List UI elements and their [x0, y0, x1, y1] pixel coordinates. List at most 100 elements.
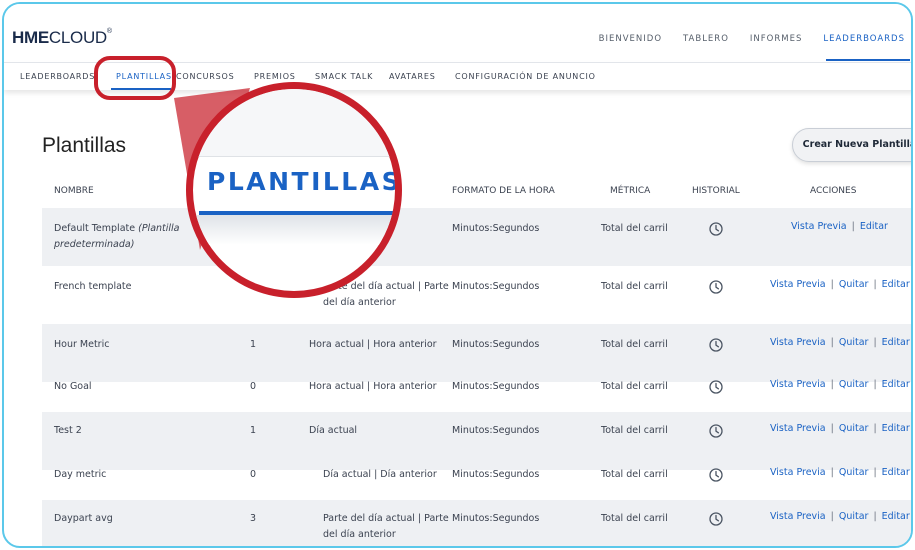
column-header-history: HISTORIAL — [692, 186, 740, 196]
column-header-time-format: FORMATO DE LA HORA — [452, 186, 555, 196]
time-format-value: Minutos:Segundos — [452, 425, 540, 436]
app-window: HMECLOUD® BIENVENIDO TABLERO INFORMES LE… — [2, 2, 913, 548]
preview-link[interactable]: Vista Previa — [770, 379, 826, 390]
remove-link[interactable]: Quitar — [839, 279, 869, 290]
edit-link[interactable]: Editar — [882, 337, 910, 348]
nav-tablero[interactable]: TABLERO — [683, 34, 729, 44]
template-name: Test 2 — [54, 425, 82, 436]
tab-concursos[interactable]: CONCURSOS — [176, 72, 235, 81]
row-actions: Vista Previa | Quitar | Editar — [770, 423, 910, 434]
history-clock-icon[interactable] — [709, 338, 723, 352]
plantillas-highlight-ring — [94, 56, 176, 100]
history-clock-icon[interactable] — [709, 222, 723, 236]
time-format-value: Minutos:Segundos — [452, 339, 540, 350]
metric-value: Total del carril — [601, 425, 668, 436]
metric-value: Total del carril — [601, 339, 668, 350]
nav-leaderboards[interactable]: LEADERBOARDS — [823, 34, 905, 44]
history-clock-icon[interactable] — [709, 424, 723, 438]
template-name: Default Template (Plantilla predeterminad… — [54, 223, 180, 250]
preview-link[interactable]: Vista Previa — [791, 221, 847, 232]
preview-link[interactable]: Vista Previa — [770, 467, 826, 478]
period-value: Hora actual | Hora anterior — [309, 381, 437, 392]
remove-link[interactable]: Quitar — [839, 423, 869, 434]
magnifier-shadow — [193, 215, 395, 245]
template-name: Day metric — [54, 469, 107, 480]
row-actions: Vista Previa | Quitar | Editar — [770, 379, 910, 390]
metric-value: Total del carril — [601, 381, 668, 392]
action-separator: | — [873, 467, 877, 478]
column-header-actions: ACCIONES — [810, 186, 857, 196]
history-clock-icon[interactable] — [709, 280, 723, 294]
remove-link[interactable]: Quitar — [839, 511, 869, 522]
time-format-value: Minutos:Segundos — [452, 381, 540, 392]
metric-value: Total del carril — [601, 513, 668, 524]
remove-link[interactable]: Quitar — [839, 467, 869, 478]
count-value: 1 — [250, 339, 257, 350]
count-value: 1 — [250, 425, 257, 436]
hme-cloud-logo[interactable]: HMECLOUD® — [12, 28, 112, 48]
template-name: Daypart avg — [54, 513, 113, 524]
history-clock-icon[interactable] — [709, 380, 723, 394]
edit-link[interactable]: Editar — [882, 423, 910, 434]
tab-leaderboards[interactable]: LEADERBOARDS — [20, 72, 95, 81]
time-format-value: Minutos:Segundos — [452, 281, 540, 292]
edit-link[interactable]: Editar — [860, 221, 888, 232]
action-separator: | — [873, 337, 877, 348]
preview-link[interactable]: Vista Previa — [770, 511, 826, 522]
action-separator: | — [873, 279, 877, 290]
action-separator: | — [873, 423, 877, 434]
column-header-metric: MÉTRICA — [610, 186, 651, 196]
time-format-value: Minutos:Segundos — [452, 513, 540, 524]
tab-premios[interactable]: PREMIOS — [254, 72, 296, 81]
template-name: French template — [54, 281, 132, 292]
count-value: 0 — [250, 469, 257, 480]
action-separator: | — [830, 279, 834, 290]
magnifier-callout: PLANTILLAS — [186, 82, 402, 298]
metric-value: Total del carril — [601, 223, 668, 234]
edit-link[interactable]: Editar — [882, 511, 910, 522]
preview-link[interactable]: Vista Previa — [770, 337, 826, 348]
template-name: No Goal — [54, 381, 92, 392]
row-actions: Vista Previa | Quitar | Editar — [770, 467, 910, 478]
action-separator: | — [873, 511, 877, 522]
history-clock-icon[interactable] — [709, 512, 723, 526]
remove-link[interactable]: Quitar — [839, 337, 869, 348]
nav-informes[interactable]: INFORMES — [750, 34, 802, 44]
edit-link[interactable]: Editar — [882, 279, 910, 290]
count-value: 3 — [250, 513, 257, 524]
edit-link[interactable]: Editar — [882, 379, 910, 390]
row-actions: Vista Previa | Quitar | Editar — [770, 337, 910, 348]
create-template-button[interactable]: Crear Nueva Plantilla — [792, 128, 911, 162]
tab-smack-talk[interactable]: SMACK TALK — [315, 72, 373, 81]
history-clock-icon[interactable] — [709, 468, 723, 482]
row-actions: Vista Previa | Quitar | Editar — [770, 511, 910, 522]
time-format-value: Minutos:Segundos — [452, 469, 540, 480]
action-separator: | — [830, 511, 834, 522]
top-nav: BIENVENIDO TABLERO INFORMES LEADERBOARDS — [599, 34, 905, 44]
top-header: HMECLOUD® BIENVENIDO TABLERO INFORMES LE… — [4, 4, 911, 62]
tab-configuracion-de-anuncio[interactable]: CONFIGURACIÓN DE ANUNCIO — [455, 72, 596, 81]
count-value: 0 — [250, 381, 257, 392]
table-row: Default Template (Plantilla predeterminad… — [42, 208, 911, 266]
action-separator: | — [873, 379, 877, 390]
edit-link[interactable]: Editar — [882, 467, 910, 478]
period-value: Día actual | Día anterior — [323, 469, 437, 480]
nav-bienvenido[interactable]: BIENVENIDO — [599, 34, 662, 44]
metric-value: Total del carril — [601, 281, 668, 292]
action-separator: | — [830, 467, 834, 478]
row-actions: Vista Previa | Editar — [791, 221, 888, 232]
table-row: French template 1 Parte del día actual |… — [42, 266, 911, 324]
page-title: Plantillas — [42, 134, 127, 157]
action-separator: | — [830, 423, 834, 434]
period-value: Día actual — [309, 425, 358, 436]
active-nav-indicator — [826, 59, 910, 61]
preview-link[interactable]: Vista Previa — [770, 279, 826, 290]
magnifier-background — [193, 89, 395, 157]
remove-link[interactable]: Quitar — [839, 379, 869, 390]
action-separator: | — [830, 337, 834, 348]
period-value: Parte del día actual | Parte del día ante… — [323, 513, 449, 540]
action-separator: | — [830, 379, 834, 390]
template-name: Hour Metric — [54, 339, 110, 350]
preview-link[interactable]: Vista Previa — [770, 423, 826, 434]
tab-avatares[interactable]: AVATARES — [389, 72, 436, 81]
